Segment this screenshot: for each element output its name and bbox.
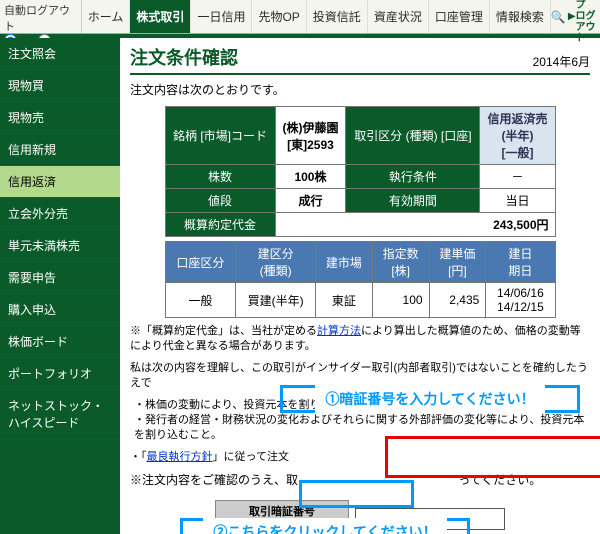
td-sqty: 100 [372,283,429,318]
td-cond: － [480,165,555,189]
page-title: 注文条件確認 [130,44,238,70]
estimate-note: ※「概算約定代金」は、当社が定める計算方法により算出した概算値のため、価格の変動… [130,324,590,355]
sidebar-item-portfolio[interactable]: ポートフォリオ [0,358,120,390]
sidebar-item-margin-new[interactable]: 信用新規 [0,134,120,166]
sidebar-item-order-inquiry[interactable]: 注文照会 [0,38,120,70]
sidebar-item-margin-repay[interactable]: 信用返済 [0,166,120,198]
policy-line: ・「最良執行方針」に従って注文 [130,450,590,465]
password-label: 取引暗証番号 [249,503,315,519]
th-market: 建市場 [316,242,373,283]
th-price: 値段 [165,189,275,213]
tab-funds[interactable]: 投資信託 [307,0,368,33]
password-row: 取引暗証番号 ⌨セキュリティキーボード [130,500,590,534]
tab-home[interactable]: ホーム [82,0,131,33]
order-table-1: 銘柄 [市場]コード (株)伊藤園 [東]2593 取引区分 (種類) [口座]… [165,106,556,237]
td-price: 成行 [275,189,346,213]
sidebar-item-demand[interactable]: 需要申告 [0,262,120,294]
sidebar-item-spot-sell[interactable]: 現物売 [0,102,120,134]
th-term: 有効期間 [346,189,480,213]
password-label-box: 取引暗証番号 ⌨セキュリティキーボード [215,500,349,534]
sidebar-item-priceboard[interactable]: 株価ボード [0,326,120,358]
td-acct: 一般 [165,283,236,318]
keyboard-icon: ⌨ [220,523,234,534]
td-est: 243,500円 [275,213,555,237]
tab-day-margin[interactable]: 一日信用 [191,0,252,33]
td-unit: 2,435 [429,283,486,318]
td-btype: 買建(半年) [236,283,316,318]
tab-stock-trade[interactable]: 株式取引 [130,0,191,33]
th-stock: 銘柄 [市場]コード [165,107,275,165]
main-content: 注文条件確認 2014年6月 注文内容は次のとおりです。 銘柄 [市場]コード … [120,38,600,534]
sidebar-item-offhours[interactable]: 立会外分売 [0,198,120,230]
tab-info[interactable]: 情報検索 [490,0,551,33]
th-qty: 株数 [165,165,275,189]
search-icon[interactable]: 🔍 [551,0,566,33]
bullet-1: 株価の変動により、投資元本を割り込むことがあること。 [134,398,590,413]
sidebar-item-oddlot[interactable]: 単元未満株売 [0,230,120,262]
th-est: 概算約定代金 [165,213,275,237]
th-sqty: 指定数 [株] [372,242,429,283]
td-market: 東証 [316,283,373,318]
auto-logout-box: 自動ログアウト する しない [0,0,82,33]
sidebar-item-purchase[interactable]: 購入申込 [0,294,120,326]
th-unit: 建単価 [円] [429,242,486,283]
password-prompt: ※注文内容をご確認のうえ、取________________________って… [130,471,590,488]
main-tabs: ホーム 株式取引 一日信用 先物OP 投資信託 資産状況 口座管理 情報検索 [82,0,551,33]
password-input[interactable] [355,508,505,530]
topbar: 自動ログアウト する しない ホーム 株式取引 一日信用 先物OP 投資信託 資… [0,0,600,34]
best-execution-link[interactable]: 最良執行方針 [147,451,213,463]
calc-method-link[interactable]: 計算方法 [317,325,361,337]
sidebar-item-spot-buy[interactable]: 現物買 [0,70,120,102]
th-acct: 口座区分 [165,242,236,283]
sidebar-item-netstock[interactable]: ネットストック・ハイスピード [0,390,120,439]
auto-logout-label: 自動ログアウト [4,2,77,34]
bullet-list: 株価の変動により、投資元本を割り込むことがあること。 発行者の経営・財務状況の変… [134,398,590,444]
help-logout[interactable]: ▶ヘルプログアウト [566,0,600,33]
page-date: 2014年6月 [533,53,590,70]
tab-assets[interactable]: 資産状況 [368,0,429,33]
tab-account[interactable]: 口座管理 [429,0,490,33]
th-cond: 執行条件 [346,165,480,189]
bullet-2: 発行者の経営・財務状況の変化およびそれらに関する外部評価の変化等により、投資元本… [134,413,590,444]
confirm-text: 私は次の内容を理解し、この取引がインサイダー取引(内部者取引)ではないことを確約… [130,361,590,392]
tab-futures[interactable]: 先物OP [252,0,306,33]
page-subtitle: 注文内容は次のとおりです。 [130,81,590,98]
td-term: 当日 [480,189,555,213]
td-stock: (株)伊藤園 [東]2593 [275,107,346,165]
th-bdate: 建日 期日 [486,242,555,283]
td-qty: 100株 [275,165,346,189]
th-btype: 建区分 (種類) [236,242,316,283]
sidebar: 注文照会 現物買 現物売 信用新規 信用返済 立会外分売 単元未満株売 需要申告… [0,38,120,534]
order-table-2: 口座区分 建区分 (種類) 建市場 指定数 [株] 建単価 [円] 建日 期日 … [165,241,556,318]
th-type: 取引区分 (種類) [口座] [346,107,480,165]
td-bdate: 14/06/16 14/12/15 [486,283,555,318]
td-type: 信用返済売 (半年) [一般] [480,107,555,165]
security-keyboard-link[interactable]: ⌨セキュリティキーボード [220,519,344,534]
